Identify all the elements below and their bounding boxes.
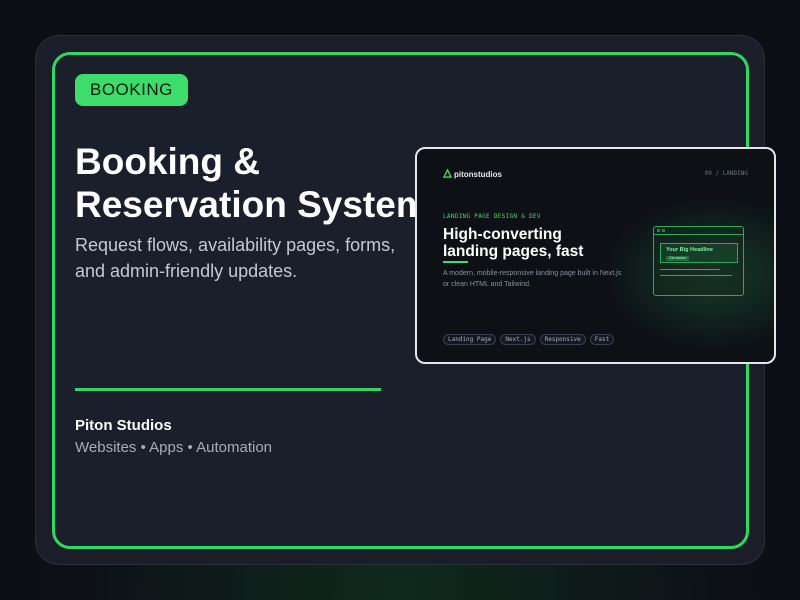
preview-breadcrumb: 09 / LANDING <box>704 170 748 177</box>
title-line-2: Reservation System <box>75 184 429 225</box>
preview-kicker: LANDING PAGE DESIGN & DEV <box>443 213 541 220</box>
category-badge: BOOKING <box>75 74 188 106</box>
preview-headline-line-2: landing pages, fast <box>443 243 584 260</box>
mockup-button: Get started <box>666 256 690 261</box>
company-name: Piton Studios <box>75 417 172 434</box>
preview-headline: High-converting landing pages, fast <box>443 226 643 260</box>
preview-tag: Landing Page <box>443 334 497 345</box>
accent-divider <box>75 388 381 391</box>
preview-tag: Next.js <box>500 334 536 345</box>
page-title: Booking & Reservation System <box>75 140 435 226</box>
mockup-headline: Your Big Headline <box>666 247 713 253</box>
title-line-1: Booking & <box>75 141 260 182</box>
browser-mockup: Your Big Headline Get started <box>653 226 744 296</box>
preview-tag: Responsive <box>539 334 586 345</box>
preview-screenshot: pitonstudios 09 / LANDING LANDING PAGE D… <box>415 147 776 364</box>
preview-logo-text: pitonstudios <box>454 170 502 179</box>
mockup-text-line <box>660 275 732 276</box>
preview-headline-line-1: High-converting <box>443 226 562 243</box>
page-subtitle: Request flows, availability pages, forms… <box>75 235 396 281</box>
preview-description: A modern, mobile-responsive landing page… <box>443 270 622 288</box>
triangle-logo-icon <box>443 169 452 178</box>
mockup-hero: Your Big Headline Get started <box>660 243 738 263</box>
browser-mockup-bar <box>654 227 743 235</box>
window-dot-icon <box>662 229 665 232</box>
window-dot-icon <box>657 229 660 232</box>
services-list: Websites • Apps • Automation <box>75 439 272 456</box>
preview-tags: Landing Page Next.js Responsive Fast <box>443 334 615 345</box>
preview-underline <box>443 261 468 263</box>
mockup-text-line <box>660 269 720 270</box>
preview-tag: Fast <box>589 334 615 345</box>
